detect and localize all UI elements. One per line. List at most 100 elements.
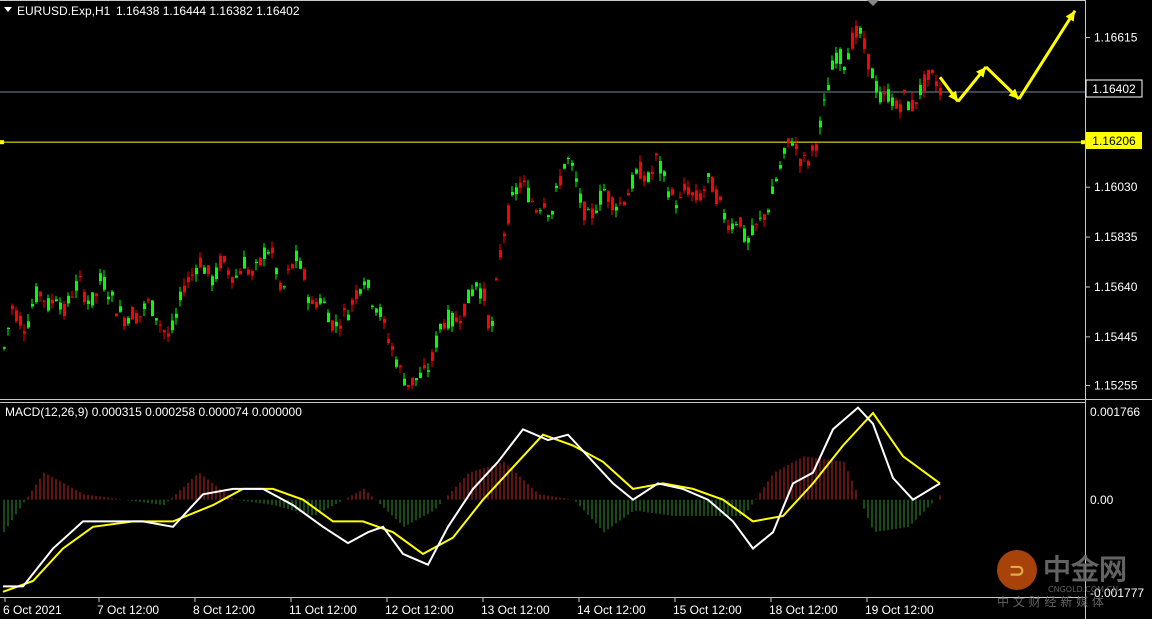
bear-candle [795,144,798,149]
bear-candle [43,300,46,302]
price-tick-label: 1.15640 [1094,280,1138,294]
bull-candle [155,318,158,321]
bear-candle [463,303,466,317]
bull-candle [47,298,50,311]
bear-candle [79,275,82,278]
price-tick-label: 1.16615 [1094,31,1138,45]
bear-candle [259,257,262,266]
bear-candle [535,210,538,213]
bull-candle [491,321,494,326]
bull-candle [195,268,198,275]
candlestick-series [3,20,942,391]
bear-candle [231,277,234,283]
triangle-down-icon[interactable] [4,7,12,12]
bear-candle [727,225,730,230]
bear-candle [311,300,314,304]
bull-candle [675,205,678,209]
bull-candle [747,237,750,243]
bull-candle [171,320,174,331]
watermark-url: CNGOLD.COM.CN [1048,585,1118,594]
bull-candle [667,191,670,198]
bull-candle [527,187,530,203]
bear-candle [655,153,658,156]
bull-candle [767,209,770,213]
bull-candle [323,301,326,303]
bull-candle [891,97,894,106]
bull-candle [143,303,146,310]
projection-arrow-segment[interactable] [1017,9,1077,100]
bear-candle [387,338,390,343]
bear-candle [63,303,66,316]
macd-scale-top: 0.001766 [1090,405,1140,419]
bear-candle [503,233,506,237]
bear-candle [651,172,654,174]
bear-candle [927,69,930,80]
projection-arrows[interactable] [938,9,1077,103]
horizontal-level-line[interactable] [0,140,1085,145]
bull-candle [55,299,58,302]
bear-candle [915,102,918,104]
ohlc-values: 1.16438 1.16444 1.16382 1.16402 [116,4,300,18]
bull-candle [375,308,378,313]
bull-candle [235,275,238,278]
bull-candle [599,190,602,205]
svg-text:1.16402: 1.16402 [1092,82,1136,96]
bull-candle [819,120,822,128]
bear-candle [219,255,222,269]
bull-candle [415,378,418,381]
bear-candle [691,192,694,196]
horizontal-level-label[interactable]: 1.16206 [1086,132,1142,149]
bear-candle [83,291,86,302]
bull-candle [563,164,566,169]
bear-candle [411,377,414,386]
bull-candle [35,286,38,303]
bear-candle [531,200,534,202]
bull-candle [579,193,582,203]
bull-candle [771,186,774,194]
bear-candle [351,299,354,305]
price-tick-label: 1.15835 [1094,230,1138,244]
macd-label: MACD(12,26,9) 0.000315 0.000258 0.000074… [5,405,302,419]
bull-candle [731,223,734,230]
bull-candle [295,250,298,262]
bear-candle [931,69,934,73]
level-handle[interactable] [0,140,4,145]
bear-candle [715,189,718,205]
bull-candle [551,210,554,215]
macd-scale-zero: 0.00 [1090,493,1114,507]
bull-candle [827,85,830,91]
bear-candle [639,161,642,179]
bear-candle [123,317,126,327]
bear-candle [643,175,646,182]
bear-candle [11,305,14,310]
bull-candle [31,303,34,307]
bear-candle [183,285,186,293]
bull-candle [439,323,442,330]
bear-candle [867,53,870,70]
bear-candle [207,265,210,274]
time-scale[interactable]: 6 Oct 2021 7 Oct 12:00 8 Oct 12:00 11 Oct 1… [3,597,934,617]
bear-candle [799,158,802,166]
time-tick-label: 11 Oct 12:00 [289,603,357,617]
bear-candle [851,32,854,49]
bear-candle [787,138,790,143]
bear-candle [883,93,886,95]
bull-candle [111,291,114,296]
bull-candle [275,268,278,275]
bull-candle [299,260,302,269]
bear-candle [543,203,546,208]
chart-canvas[interactable]: 1.16615 1.16030 1.15835 1.15640 1.15445 1.152… [0,0,1152,619]
bull-candle [7,327,10,330]
bear-candle [507,205,510,224]
level-handle[interactable] [1081,140,1085,145]
bear-candle [719,196,722,201]
bear-candle [583,201,586,221]
bull-candle [847,53,850,60]
bull-candle [555,185,558,189]
bear-candle [423,365,426,369]
bull-candle [791,143,794,146]
bear-candle [355,290,358,299]
bull-candle [779,165,782,169]
bear-candle [459,321,462,324]
bear-candle [159,324,162,326]
